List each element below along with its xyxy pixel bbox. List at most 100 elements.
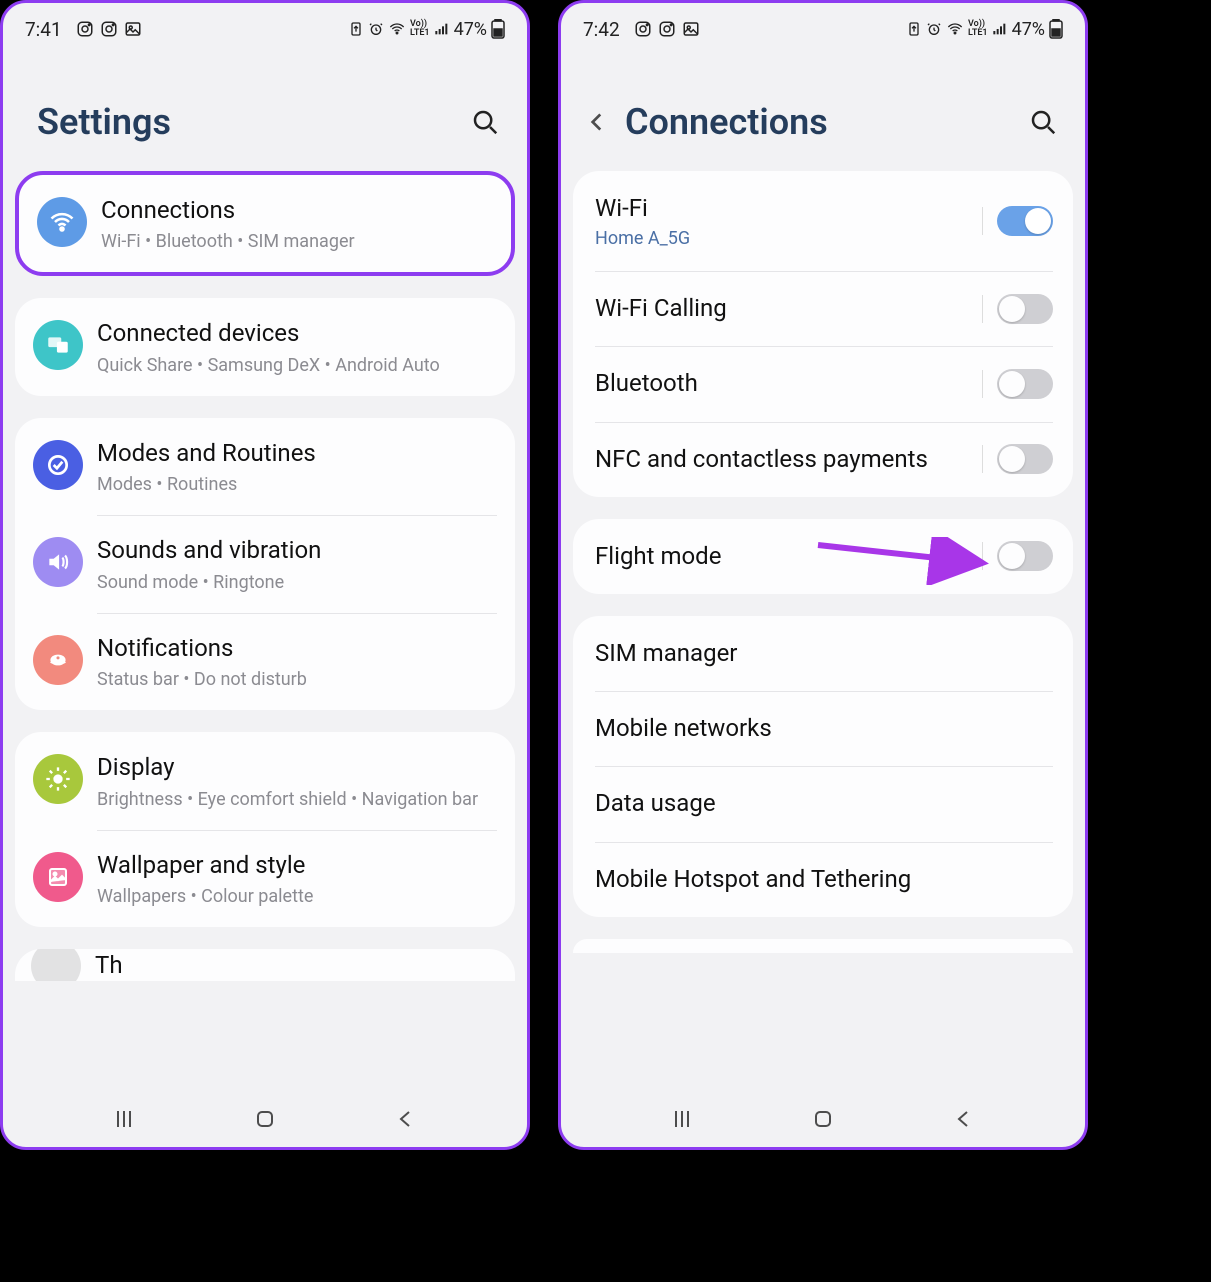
themes-icon bbox=[31, 949, 81, 981]
list-item[interactable]: Connected devices Quick Share • Samsung … bbox=[15, 298, 515, 395]
list-item[interactable]: NFC and contactless payments bbox=[573, 422, 1073, 497]
divider bbox=[982, 542, 983, 570]
list-item[interactable]: Mobile networks bbox=[573, 691, 1073, 766]
back-button[interactable] bbox=[577, 102, 617, 142]
list-item[interactable]: Data usage bbox=[573, 766, 1073, 841]
home-button[interactable] bbox=[245, 1099, 285, 1139]
image-icon bbox=[124, 20, 142, 38]
battery-percent: 47% bbox=[454, 19, 487, 40]
volte-indicator: Vo))LTE1 bbox=[968, 20, 988, 38]
toggle-switch[interactable] bbox=[997, 444, 1053, 474]
item-title: Connections bbox=[101, 195, 493, 226]
instagram-icon bbox=[100, 20, 118, 38]
wallpaper-icon bbox=[33, 852, 83, 902]
toggle-switch[interactable] bbox=[997, 206, 1053, 236]
item-title: Display bbox=[97, 752, 497, 783]
item-title: Bluetooth bbox=[595, 368, 982, 399]
list-item[interactable]: Bluetooth bbox=[573, 346, 1073, 421]
list-item[interactable]: Flight mode bbox=[573, 519, 1073, 594]
connections-group: Wi-Fi Home A_5G Wi-Fi Calling Bluetooth bbox=[573, 171, 1073, 497]
item-subtitle: Status bar • Do not disturb bbox=[97, 668, 497, 692]
recents-button[interactable] bbox=[104, 1099, 144, 1139]
wifi-icon bbox=[388, 21, 406, 37]
alarm-icon bbox=[926, 21, 942, 37]
devices-icon bbox=[33, 320, 83, 370]
battery-saver-icon bbox=[348, 21, 364, 37]
phone-screen-connections: 7:42 Vo))LTE1 47% Connections Wi bbox=[558, 0, 1088, 1150]
item-title: Modes and Routines bbox=[97, 438, 497, 469]
alarm-icon bbox=[368, 21, 384, 37]
battery-saver-icon bbox=[906, 21, 922, 37]
divider bbox=[982, 445, 983, 473]
search-button[interactable] bbox=[1025, 104, 1061, 140]
list-item[interactable]: Wi-Fi Home A_5G bbox=[573, 171, 1073, 271]
settings-group: Connected devices Quick Share • Samsung … bbox=[15, 298, 515, 395]
sun-icon bbox=[33, 754, 83, 804]
toggle-switch[interactable] bbox=[997, 369, 1053, 399]
bell-icon bbox=[33, 635, 83, 685]
status-time: 7:42 bbox=[583, 18, 620, 41]
image-icon bbox=[682, 20, 700, 38]
item-title: NFC and contactless payments bbox=[595, 444, 982, 475]
list-item[interactable]: SIM manager bbox=[573, 616, 1073, 691]
list-item[interactable]: Wallpaper and style Wallpapers • Colour … bbox=[15, 830, 515, 927]
item-title: Mobile networks bbox=[595, 713, 1053, 744]
modes-icon bbox=[33, 440, 83, 490]
divider bbox=[982, 370, 983, 398]
instagram-icon bbox=[76, 20, 94, 38]
list-item[interactable]: Mobile Hotspot and Tethering bbox=[573, 842, 1073, 917]
item-title: Th bbox=[95, 950, 123, 981]
item-subtitle: Wallpapers • Colour palette bbox=[97, 885, 497, 909]
list-item[interactable]: Sounds and vibration Sound mode • Ringto… bbox=[15, 515, 515, 612]
item-title: Connected devices bbox=[97, 318, 497, 349]
scroll-hint bbox=[573, 939, 1073, 953]
page-title: Connections bbox=[625, 101, 828, 143]
list-item[interactable]: Th bbox=[15, 949, 515, 981]
status-time: 7:41 bbox=[25, 18, 62, 41]
connections-group: SIM manager Mobile networks Data usage M… bbox=[573, 616, 1073, 917]
item-subtitle: Brightness • Eye comfort shield • Naviga… bbox=[97, 788, 497, 812]
item-subtitle: Wi-Fi • Bluetooth • SIM manager bbox=[101, 230, 493, 254]
settings-header: Settings bbox=[3, 51, 527, 171]
toggle-switch[interactable] bbox=[997, 294, 1053, 324]
battery-icon bbox=[1049, 19, 1063, 39]
item-title: Wi-Fi bbox=[595, 193, 982, 224]
recents-button[interactable] bbox=[662, 1099, 702, 1139]
status-bar: 7:42 Vo))LTE1 47% bbox=[561, 3, 1085, 51]
item-title: Data usage bbox=[595, 788, 1053, 819]
settings-group: Modes and Routines Modes • Routines Soun… bbox=[15, 418, 515, 710]
volte-indicator: Vo))LTE1 bbox=[410, 20, 430, 38]
item-title: Flight mode bbox=[595, 541, 982, 572]
signal-icon bbox=[992, 21, 1008, 37]
wifi-icon bbox=[37, 197, 87, 247]
item-title: Notifications bbox=[97, 633, 497, 664]
item-title: Mobile Hotspot and Tethering bbox=[595, 864, 1053, 895]
phone-screen-settings: 7:41 Vo))LTE1 47% Settings Connections W… bbox=[0, 0, 530, 1150]
item-subtitle: Quick Share • Samsung DeX • Android Auto bbox=[97, 354, 497, 378]
status-bar: 7:41 Vo))LTE1 47% bbox=[3, 3, 527, 51]
toggle-switch[interactable] bbox=[997, 541, 1053, 571]
list-item[interactable]: Connections Wi-Fi • Bluetooth • SIM mana… bbox=[19, 175, 511, 272]
back-button[interactable] bbox=[944, 1099, 984, 1139]
item-title: Wallpaper and style bbox=[97, 850, 497, 881]
item-subtitle: Modes • Routines bbox=[97, 473, 497, 497]
connections-header: Connections bbox=[561, 51, 1085, 171]
list-item[interactable]: Wi-Fi Calling bbox=[573, 271, 1073, 346]
list-item[interactable]: Notifications Status bar • Do not distur… bbox=[15, 613, 515, 710]
divider bbox=[982, 295, 983, 323]
settings-group: Display Brightness • Eye comfort shield … bbox=[15, 732, 515, 927]
item-title: Sounds and vibration bbox=[97, 535, 497, 566]
connections-group: Flight mode bbox=[573, 519, 1073, 594]
list-item[interactable]: Modes and Routines Modes • Routines bbox=[15, 418, 515, 515]
search-button[interactable] bbox=[467, 104, 503, 140]
sound-icon bbox=[33, 537, 83, 587]
battery-icon bbox=[491, 19, 505, 39]
back-button[interactable] bbox=[386, 1099, 426, 1139]
home-button[interactable] bbox=[803, 1099, 843, 1139]
item-title: SIM manager bbox=[595, 638, 1053, 669]
list-item[interactable]: Display Brightness • Eye comfort shield … bbox=[15, 732, 515, 829]
divider bbox=[982, 207, 983, 235]
battery-percent: 47% bbox=[1012, 19, 1045, 40]
item-subtitle: Sound mode • Ringtone bbox=[97, 571, 497, 595]
item-title: Wi-Fi Calling bbox=[595, 293, 982, 324]
